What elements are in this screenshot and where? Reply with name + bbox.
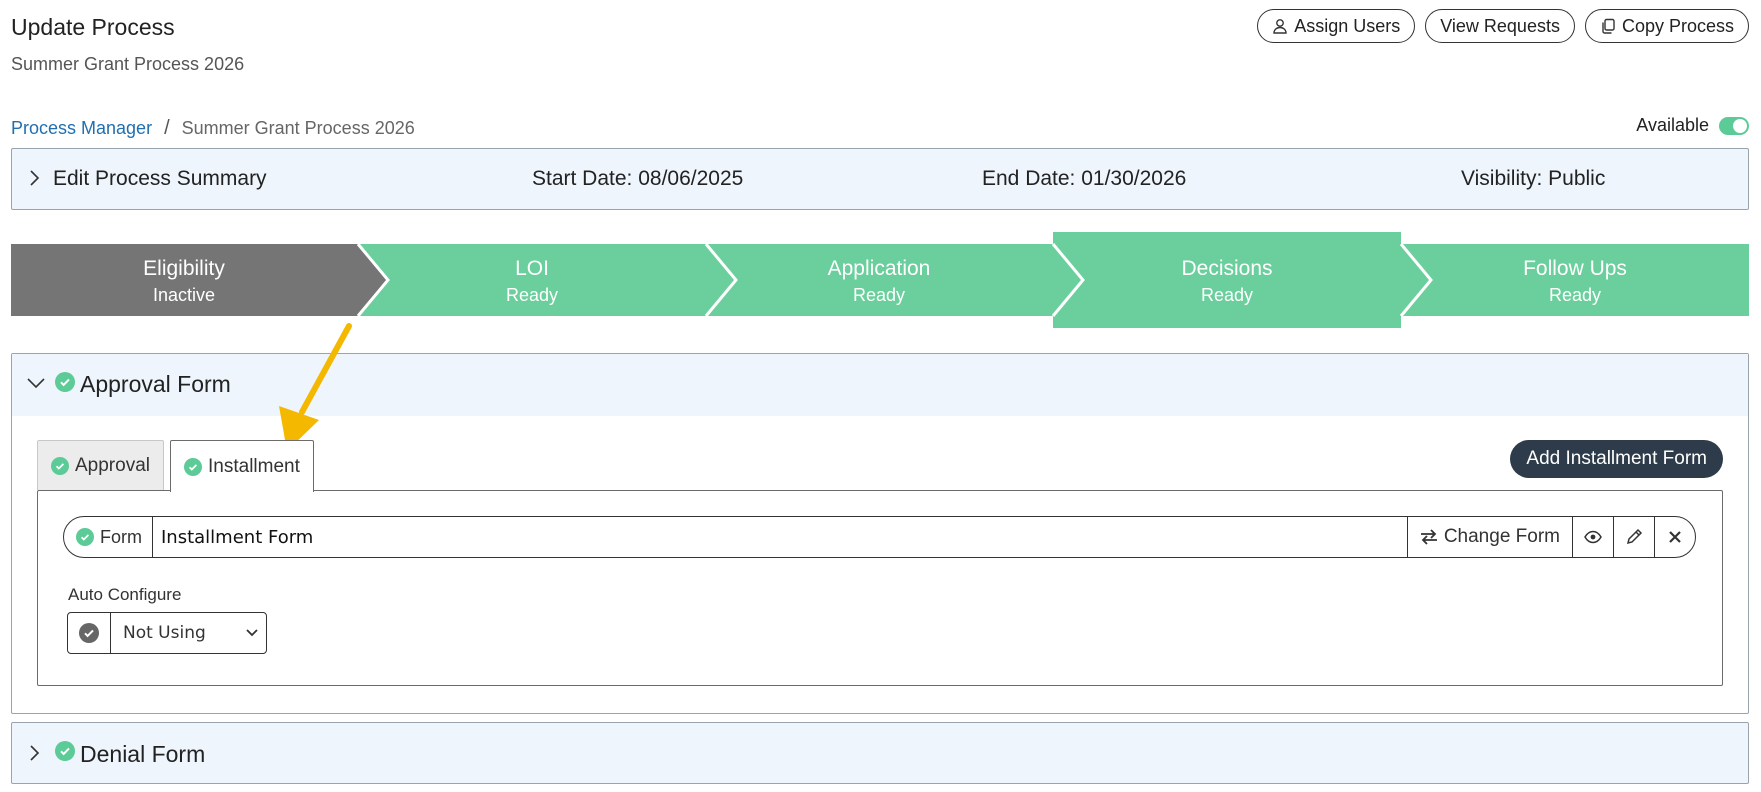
auto-configure-dropdown[interactable]: Not Using (111, 613, 266, 653)
stage-application-label: Application Ready (729, 257, 1029, 306)
toggle-knob (1733, 118, 1747, 133)
availability-toggle[interactable] (1719, 116, 1749, 135)
change-form-button[interactable]: Change Form (1406, 517, 1572, 557)
selected-form-name: Installment Form (161, 526, 314, 548)
tab-label: Approval (75, 454, 150, 476)
header-actions: Assign Users View Requests Copy Process (1257, 9, 1749, 43)
availability-control: Available (1636, 115, 1749, 136)
view-requests-label: View Requests (1440, 15, 1560, 36)
end-date: End Date: 01/30/2026 (982, 167, 1187, 190)
auto-configure-value: Not Using (123, 623, 206, 643)
stage-name: Follow Ups (1523, 257, 1627, 280)
visibility: Visibility: Public (1461, 167, 1606, 190)
remove-form-button[interactable] (1654, 517, 1695, 557)
stage-eligibility-label: Eligibility Inactive (34, 257, 334, 306)
stage-status: Ready (852, 285, 906, 305)
check-circle-icon (79, 623, 99, 643)
denial-form-title: Denial Form (80, 741, 206, 767)
stage-status: Ready (1548, 285, 1602, 305)
process-summary-bar[interactable]: Edit Process Summary Start Date: 08/06/2… (11, 148, 1749, 210)
stage-stepper: Eligibility Inactive LOI Ready Applicati… (11, 230, 1749, 334)
swap-arrows-icon (1420, 529, 1437, 545)
chevron-down-icon (246, 629, 258, 637)
stage-status: Ready (1200, 285, 1254, 305)
user-icon (1273, 19, 1287, 34)
copy-process-label: Copy Process (1621, 15, 1734, 36)
chevron-right-icon (30, 170, 40, 186)
assign-users-button[interactable]: Assign Users (1257, 9, 1416, 43)
availability-label: Available (1636, 115, 1709, 135)
form-label: Form (100, 526, 142, 547)
stage-loi-label: LOI Ready (382, 257, 682, 306)
start-date: Start Date: 08/06/2025 (532, 167, 744, 190)
close-icon (1669, 531, 1681, 543)
stage-decisions-label: Decisions Ready (1077, 257, 1377, 306)
stage-follow-ups-label: Follow Ups Ready (1425, 257, 1725, 306)
page-title: Update Process (11, 14, 175, 40)
change-form-label: Change Form (1443, 526, 1560, 547)
add-installment-form-button[interactable]: Add Installment Form (1510, 440, 1723, 478)
breadcrumb-separator: / (164, 117, 170, 139)
check-circle-icon (51, 456, 69, 475)
form-tabs: Approval Installment (37, 440, 314, 492)
pencil-icon (1626, 528, 1643, 545)
stage-name: Application (827, 257, 931, 280)
edit-form-button[interactable] (1613, 517, 1654, 557)
preview-form-button[interactable] (1572, 517, 1613, 557)
check-circle-icon (76, 528, 94, 546)
stage-status: Inactive (152, 285, 216, 305)
check-circle-icon (55, 741, 75, 761)
page-subtitle: Summer Grant Process 2026 (11, 54, 245, 74)
copy-process-button[interactable]: Copy Process (1584, 9, 1749, 43)
tab-label: Installment (208, 455, 300, 477)
assign-users-label: Assign Users (1294, 15, 1401, 36)
installment-tab-content: Form Installment Form Change Form Auto C… (37, 490, 1723, 686)
approval-form-header[interactable]: Approval Form (12, 354, 1748, 416)
stage-name: Decisions (1181, 257, 1273, 280)
edit-process-summary-label: Edit Process Summary (53, 167, 267, 190)
view-requests-button[interactable]: View Requests (1425, 9, 1575, 43)
chevron-down-icon (27, 378, 45, 389)
auto-configure-label: Auto Configure (68, 585, 182, 604)
denial-form-panel[interactable]: Denial Form (11, 722, 1749, 784)
copy-icon (1602, 18, 1615, 34)
tab-approval[interactable]: Approval (37, 440, 164, 490)
breadcrumb: Process Manager / Summer Grant Process 2… (11, 117, 415, 140)
approval-form-title: Approval Form (80, 371, 231, 397)
auto-configure-select[interactable]: Not Using (67, 612, 267, 654)
stage-name: Eligibility (143, 257, 225, 280)
auto-configure-status (68, 613, 111, 653)
tab-installment[interactable]: Installment (170, 440, 314, 492)
approval-form-panel: Approval Form Approval Installment Add I… (11, 353, 1749, 714)
breadcrumb-process-manager[interactable]: Process Manager (11, 118, 152, 139)
breadcrumb-current: Summer Grant Process 2026 (181, 118, 415, 138)
form-label-group: Form (64, 517, 153, 557)
chevron-right-icon (30, 745, 40, 761)
stage-name: LOI (515, 257, 549, 280)
eye-icon (1584, 530, 1602, 544)
check-circle-icon (184, 457, 202, 476)
form-selector-row: Form Installment Form Change Form (63, 516, 1696, 558)
check-circle-icon (55, 372, 75, 392)
stage-status: Ready (505, 285, 559, 305)
